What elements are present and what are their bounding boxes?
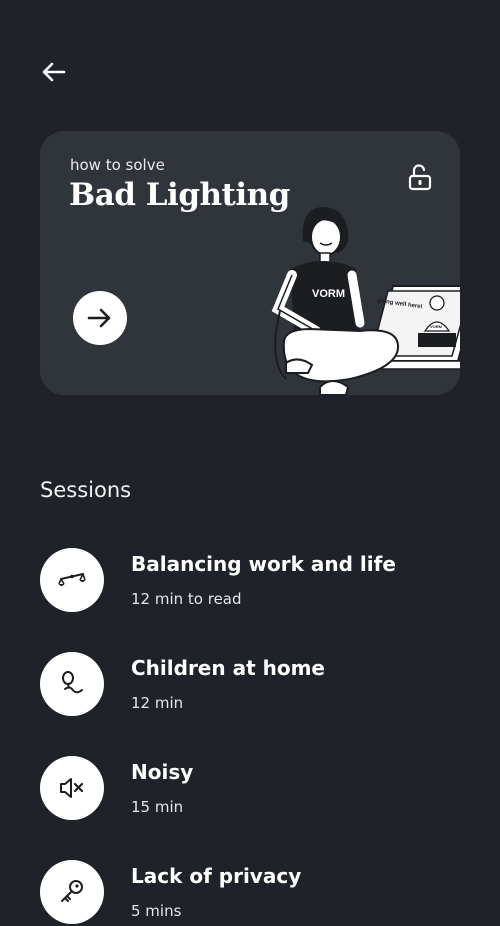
arrow-right-icon xyxy=(87,308,111,328)
session-item-lack-of-privacy[interactable]: Lack of privacy 5 mins xyxy=(40,860,470,926)
hero-card: how to solve Bad Lighting going well her… xyxy=(40,131,460,395)
session-icon-container xyxy=(40,652,104,716)
session-icon-container xyxy=(40,860,104,924)
scale-icon xyxy=(58,573,86,586)
unlock-icon xyxy=(408,164,432,191)
session-duration: 5 mins xyxy=(131,902,182,920)
session-item-children-at-home[interactable]: Children at home 12 min xyxy=(40,652,470,718)
session-duration: 12 min xyxy=(131,694,184,712)
key-icon xyxy=(61,880,83,902)
session-icon-container xyxy=(40,548,104,612)
session-title: Noisy xyxy=(131,760,194,784)
hero-kicker: how to solve xyxy=(70,156,165,174)
session-duration: 15 min xyxy=(131,798,184,816)
mute-icon xyxy=(60,778,84,798)
screen-shirt-text: VORM xyxy=(430,324,443,329)
session-item-balancing-work-and-life[interactable]: Balancing work and life 12 min to read xyxy=(40,548,470,614)
back-button[interactable] xyxy=(36,55,70,89)
shirt-text: VORM xyxy=(312,288,345,300)
unlock-button[interactable] xyxy=(405,163,435,193)
sessions-heading: Sessions xyxy=(40,478,132,502)
arrow-left-icon xyxy=(42,62,66,82)
start-button[interactable] xyxy=(73,291,127,345)
session-title: Children at home xyxy=(131,656,325,680)
person-laptop-illustration: going well here! VORM VORM xyxy=(271,207,460,395)
session-duration: 12 min to read xyxy=(131,590,242,608)
session-title: Balancing work and life xyxy=(131,552,396,576)
pacifier-icon xyxy=(62,671,83,694)
session-item-noisy[interactable]: Noisy 15 min xyxy=(40,756,470,822)
session-title: Lack of privacy xyxy=(131,864,302,888)
session-icon-container xyxy=(40,756,104,820)
